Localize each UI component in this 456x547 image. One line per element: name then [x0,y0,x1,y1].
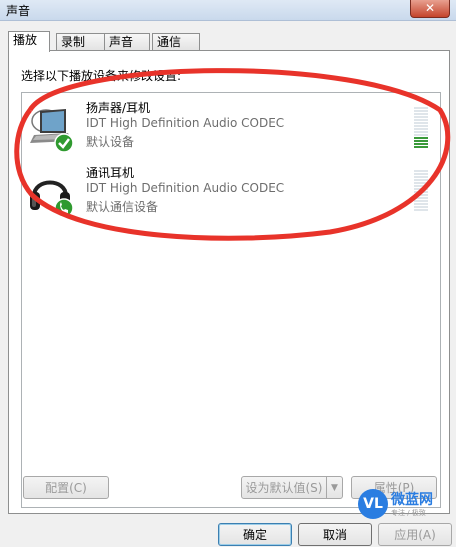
device-description: IDT High Definition Audio CODEC [86,181,285,195]
level-segment [414,116,428,118]
window-title: 声音 [6,4,31,18]
laptop-speaker-icon [26,103,74,155]
watermark-badge: VL [358,489,388,519]
level-segment [414,188,428,190]
level-segment [414,179,428,181]
tab-playback[interactable]: 播放 [8,31,50,52]
device-status: 默认设备 [86,135,135,149]
level-segment [414,191,428,193]
level-segment [414,131,428,133]
level-segment [414,140,428,142]
default-check-icon [54,133,74,153]
level-segment [414,206,428,208]
device-item-speakers[interactable]: 扬声器/耳机 IDT High Definition Audio CODEC 默… [22,99,438,159]
playback-panel: 选择以下播放设备来修改设置: 扬声器/耳机 IDT High Definitio… [8,50,450,514]
configure-button[interactable]: 配置(C) [23,476,109,499]
level-segment [414,170,428,172]
watermark-sub: 专注 / 极致 [391,509,426,517]
level-segment [414,125,428,127]
level-segment [414,119,428,121]
phone-badge-icon [54,198,74,218]
apply-button[interactable]: 应用(A) [378,523,452,546]
close-button[interactable]: ✕ [410,0,450,18]
level-segment [414,209,428,211]
level-segment [414,176,428,178]
level-segment [414,122,428,124]
level-segment [414,173,428,175]
level-segment [414,194,428,196]
tab-recording[interactable]: 录制 [56,33,106,51]
level-segment [414,113,428,115]
level-segment [414,134,428,136]
level-segment [414,203,428,205]
level-segment [414,146,428,148]
watermark-main: 微蓝网 [391,492,433,508]
level-segment [414,185,428,187]
device-status: 默认通信设备 [86,200,159,214]
set-default-button[interactable]: 设为默认值(S) [241,476,327,499]
level-segment [414,128,428,130]
tab-sounds[interactable]: 声音 [104,33,150,51]
level-meter [414,107,428,151]
level-segment [414,107,428,109]
watermark-logo: VL 微蓝网 专注 / 极致 [358,487,456,521]
ok-button[interactable]: 确定 [218,523,292,546]
device-name: 扬声器/耳机 [86,101,151,115]
tab-communications[interactable]: 通信 [152,33,200,51]
level-segment [414,200,428,202]
device-description: IDT High Definition Audio CODEC [86,116,285,130]
headphones-icon [26,166,74,218]
cancel-button[interactable]: 取消 [298,523,372,546]
level-meter [414,170,428,214]
level-segment [414,143,428,145]
level-segment [414,110,428,112]
set-default-dropdown[interactable]: ▼ [326,476,343,499]
level-segment [414,137,428,139]
device-list: 扬声器/耳机 IDT High Definition Audio CODEC 默… [21,92,441,508]
title-bar: 声音 ✕ [0,0,456,21]
instruction-text: 选择以下播放设备来修改设置: [21,69,182,83]
device-item-headset[interactable]: 通讯耳机 IDT High Definition Audio CODEC 默认通… [22,164,438,224]
level-segment [414,197,428,199]
device-name: 通讯耳机 [86,166,135,180]
level-segment [414,182,428,184]
